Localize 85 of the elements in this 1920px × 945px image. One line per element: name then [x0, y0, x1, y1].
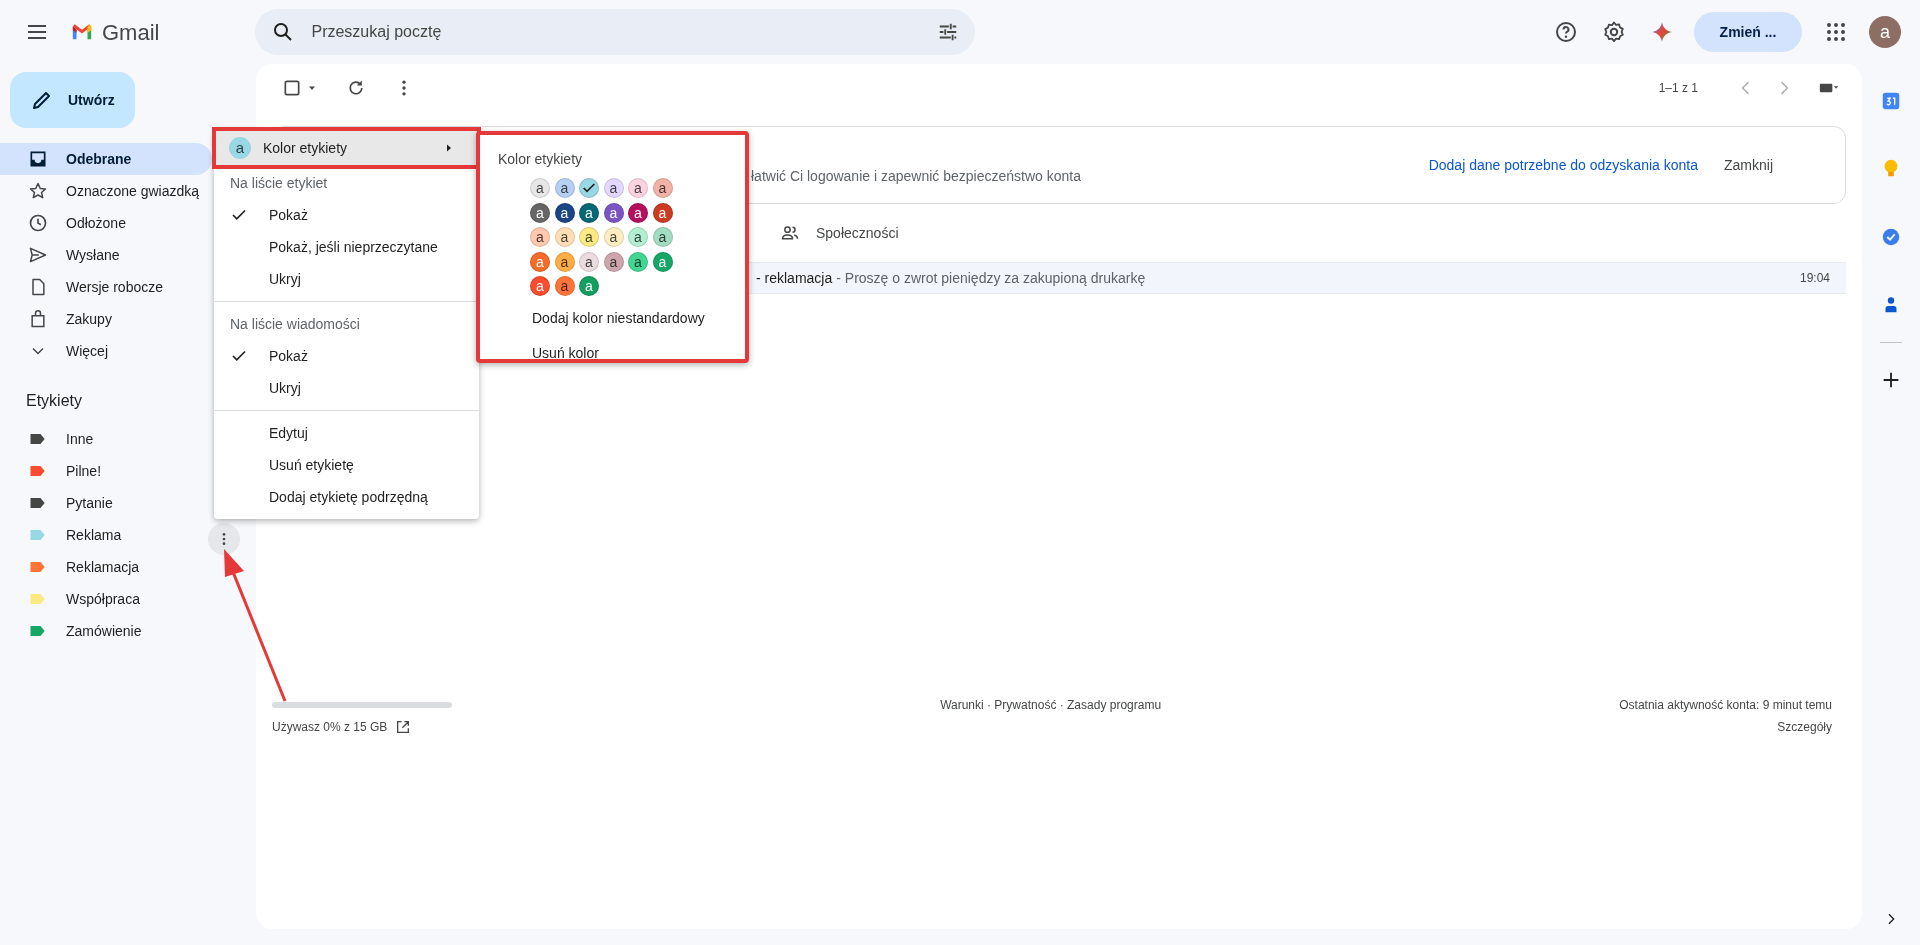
label-item[interactable]: Zamówienie [66, 620, 142, 642]
color-swatch[interactable]: a [554, 227, 575, 247]
color-swatch[interactable]: a [579, 227, 599, 247]
section-heading: Etykiety [25, 391, 83, 411]
menu-item[interactable]: Pokaż [214, 199, 479, 231]
sidebar-item[interactable]: Wersje robocze [0, 271, 212, 303]
sidebar-item[interactable]: Odebrane [0, 143, 212, 175]
banner-text: łatwić Ci logowanie i zapewnić bezpieczeństwo konta [751, 166, 1081, 186]
category-tab[interactable]: Społeczności [780, 205, 899, 261]
more-options-button[interactable] [208, 523, 240, 555]
apps-grid-icon[interactable] [1824, 20, 1848, 44]
color-swatch[interactable] [579, 178, 599, 198]
color-swatch[interactable]: a [628, 227, 648, 247]
menu-item[interactable]: Edytuj [214, 417, 479, 449]
color-swatch[interactable]: a [554, 251, 575, 272]
external-link-icon[interactable] [395, 719, 412, 735]
color-swatch: a [229, 137, 251, 159]
color-swatch[interactable]: a [628, 178, 648, 198]
avatar[interactable]: a [1869, 16, 1901, 48]
people-icon [780, 223, 800, 243]
storage-text: Używasz 0% z 15 GB [272, 719, 388, 736]
label-item[interactable]: Reklama [66, 524, 122, 546]
star-icon [28, 181, 48, 201]
sidebar-item[interactable]: Oznaczone gwiazdką [0, 175, 212, 207]
footer-links[interactable]: Warunki · Prywatność · Zasady programu [940, 698, 1162, 712]
sidebar-item[interactable]: Więcej [0, 335, 212, 367]
sidebar-item[interactable]: Zakupy [0, 303, 212, 335]
menu-item[interactable]: Pokaż [214, 340, 479, 372]
checkmark-circle-icon[interactable] [1880, 226, 1902, 248]
menu-item[interactable]: Dodaj etykietę podrzędną [214, 481, 479, 513]
email-snippet: - Proszę o zwrot pieniędzy za zakupioną drukarkę [836, 268, 1146, 288]
color-swatch[interactable]: a [554, 178, 575, 198]
color-swatch[interactable]: a [554, 276, 575, 296]
settings-icon[interactable] [1602, 20, 1626, 44]
banner-action-link[interactable]: Dodaj dane potrzebne do odzyskania konta [1428, 154, 1698, 176]
color-swatch[interactable]: a [628, 251, 648, 272]
menu-title: Kolor etykiety [498, 150, 584, 169]
details-link[interactable]: Szczegóły [1777, 718, 1832, 736]
inbox-icon [28, 149, 48, 169]
dismiss-link[interactable]: Zamknij [1724, 154, 1773, 176]
label-item[interactable]: Pilne! [66, 460, 102, 482]
menu-item[interactable]: Usuń kolor [532, 343, 727, 364]
shopping-bag-icon [28, 309, 48, 329]
color-swatch[interactable]: a [554, 202, 575, 223]
checkbox-icon[interactable] [282, 78, 302, 98]
label-item[interactable]: Pytanie [66, 492, 113, 514]
menu-item[interactable]: Ukryj [214, 372, 479, 404]
color-swatch[interactable]: a [652, 227, 673, 247]
color-swatch[interactable]: a [603, 202, 624, 223]
clock-icon [28, 213, 48, 233]
sidebar-item[interactable]: Wysłane [0, 239, 212, 271]
color-swatch[interactable]: a [530, 227, 550, 247]
color-swatch[interactable]: a [579, 202, 599, 223]
upgrade-button[interactable]: Zmień ... [1694, 12, 1802, 52]
label-item[interactable]: Reklamacja [66, 556, 140, 578]
compose-button[interactable]: Utwórz [10, 72, 135, 128]
color-swatch[interactable]: a [652, 178, 673, 198]
account-activity-text: Ostatnia aktywność konta: 9 minut temu [1619, 697, 1832, 714]
send-icon [28, 245, 48, 265]
color-swatch[interactable]: a [603, 251, 624, 272]
menu-item[interactable]: a Kolor etykiety [214, 129, 479, 167]
menu-item[interactable]: Usuń etykietę [214, 449, 479, 481]
color-swatch[interactable]: a [603, 178, 624, 198]
search-field[interactable]: Przeszukaj pocztę [309, 19, 938, 45]
color-swatch[interactable]: a [628, 202, 648, 223]
pagination-text: 1–1 z 1 [1658, 80, 1698, 97]
color-swatch[interactable]: a [579, 251, 599, 272]
app-logo-text: Gmail [102, 18, 160, 47]
color-swatch[interactable]: a [603, 227, 624, 247]
calendar-icon[interactable] [1880, 90, 1902, 112]
help-icon[interactable] [1554, 20, 1578, 44]
label-item[interactable]: Inne [66, 428, 94, 450]
menu-item[interactable]: Pokaż, jeśli nieprzeczytane [214, 231, 479, 263]
sidebar-item[interactable]: Odłożone [0, 207, 212, 239]
color-swatch[interactable]: a [652, 202, 673, 223]
menu-section-heading: Na liście etykiet [229, 173, 329, 193]
email-time: 19:04 [1799, 270, 1830, 287]
refresh-icon[interactable] [346, 78, 366, 98]
email-subject: - reklamacja [756, 268, 833, 288]
color-swatch[interactable]: a [530, 178, 550, 198]
search-bar[interactable]: Przeszukaj pocztę [255, 9, 976, 55]
menu-item[interactable]: Dodaj kolor niestandardowy [532, 308, 727, 329]
label-item[interactable]: Współpraca [66, 588, 140, 610]
menu-section-heading: Na liście wiadomości [229, 314, 361, 334]
color-swatch[interactable]: a [530, 202, 550, 223]
